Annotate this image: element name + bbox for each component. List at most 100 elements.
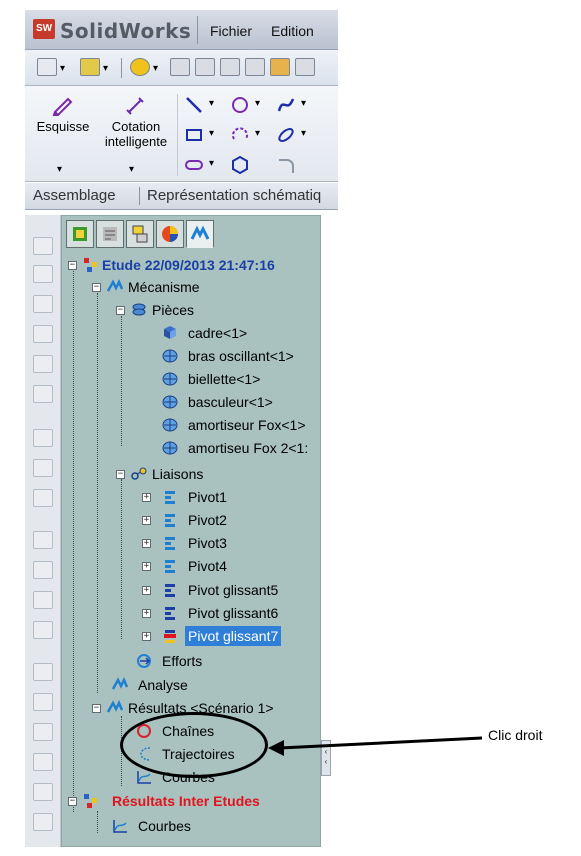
joint-label: Pivot1 [188,489,227,505]
save-icon[interactable] [80,58,100,76]
ellipse-tool-icon[interactable] [277,126,295,144]
tree-connector [97,811,98,833]
menu-edition[interactable]: Edition [271,23,314,39]
sketch-ribbon: Esquisse Cotation intelligente ▾ ▾ ▾ ▾ ▾… [25,86,338,182]
move-component-icon[interactable] [170,58,190,76]
inter-results-label: Résultats Inter Etudes [112,793,260,809]
smart-dimension-button[interactable]: Cotation intelligente [97,96,175,149]
line-tool-icon[interactable] [185,96,203,114]
cylindrical-joint-icon [165,584,175,597]
tool-icon[interactable] [33,531,53,549]
part-label: biellette<1> [188,371,261,387]
tool-icon[interactable] [33,459,53,477]
spline-tool-icon[interactable] [277,96,295,114]
sketch-dropdown-arrow-icon[interactable]: ▾ [57,164,62,175]
circle-tool-icon[interactable] [231,96,249,114]
solidworks-logo-icon: SW [33,19,55,39]
title-divider [197,16,198,44]
dropdown-arrow-icon[interactable]: ▾ [103,63,108,74]
app-logo-text: SolidWorks [60,19,192,43]
collapse-icon[interactable]: − [68,797,77,806]
joints-label: Liaisons [152,466,204,482]
study-label: Etude 22/09/2013 21:47:16 [102,257,275,273]
smart-dimension-label-1: Cotation [111,119,161,134]
tool-icon[interactable] [33,783,53,801]
explode-view-icon[interactable] [245,58,265,76]
tool-icon[interactable] [33,429,53,447]
tool-icon[interactable] [33,813,53,831]
arc-tool-icon[interactable] [231,126,249,144]
panel-collapse-handle[interactable]: ‹ ‹ [321,740,331,776]
toolbar-divider [121,58,122,78]
fillet-tool-icon[interactable] [277,156,295,174]
expand-icon[interactable]: + [142,632,151,641]
tool-icon[interactable] [33,265,53,283]
tree-connector [97,293,98,693]
tool-icon[interactable] [33,693,53,711]
part-label: amortiseu Fox 2<1: [188,440,309,456]
expand-icon[interactable]: + [142,586,151,595]
joint-label: Pivot2 [188,512,227,528]
sketch-pencil-icon [52,97,73,117]
part-label: bras oscillant<1> [188,348,294,364]
expand-icon[interactable]: + [142,609,151,618]
dropdown-arrow-icon[interactable]: ▾ [60,63,65,74]
slot-tool-icon[interactable] [185,156,203,174]
results-icon [107,700,123,713]
tool-icon[interactable] [33,621,53,639]
menu-fichier[interactable]: Fichier [210,23,252,39]
smart-dimension-icon [126,97,144,115]
tree-connector [121,479,122,639]
sketch-button[interactable]: Esquisse [33,96,93,134]
dropdown-arrow-icon[interactable]: ▾ [209,128,214,139]
tool-icon[interactable] [33,591,53,609]
tool-icon[interactable] [33,295,53,313]
tool-icon[interactable] [33,489,53,507]
expand-icon[interactable]: + [142,562,151,571]
dropdown-arrow-icon[interactable]: ▾ [301,128,306,139]
tab-representation-schematique[interactable]: Représentation schématiq [147,187,321,204]
rebuild-icon[interactable] [130,58,150,76]
callout-ellipse [120,712,268,778]
dropdown-arrow-icon[interactable]: ▾ [209,98,214,109]
collapse-icon[interactable]: − [116,470,125,479]
part-icon [162,395,178,409]
tool-icon[interactable] [33,663,53,681]
revolute-joint-icon [165,491,175,504]
collapse-icon[interactable]: − [116,306,125,315]
part-icon [162,418,178,432]
collapse-icon[interactable]: − [92,283,101,292]
expand-icon[interactable]: + [142,516,151,525]
assembly-features-icon[interactable] [270,58,290,76]
new-document-icon[interactable] [37,58,57,76]
dropdown-arrow-icon[interactable]: ▾ [301,98,306,109]
smart-fasteners-icon[interactable] [220,58,240,76]
part-label: amortiseur Fox<1> [188,417,306,433]
tool-icon[interactable] [33,723,53,741]
dropdown-arrow-icon[interactable]: ▾ [153,63,158,74]
tab-assemblage[interactable]: Assemblage [33,187,116,204]
dropdown-arrow-icon[interactable]: ▾ [255,98,260,109]
dropdown-arrow-icon[interactable]: ▾ [255,128,260,139]
dimension-dropdown-arrow-icon[interactable]: ▾ [129,164,134,175]
tool-icon[interactable] [33,237,53,255]
standard-toolbar: ▾ ▾ ▾ [25,50,338,86]
more-tools-icon[interactable] [295,58,315,76]
collapse-icon[interactable]: − [92,704,101,713]
expand-icon[interactable]: + [142,539,151,548]
tool-icon[interactable] [33,753,53,771]
tool-icon[interactable] [33,325,53,343]
callout-label: Clic droit [488,727,543,743]
rectangle-tool-icon[interactable] [185,126,203,144]
expand-icon[interactable]: + [142,493,151,502]
tool-icon[interactable] [33,561,53,579]
tool-icon[interactable] [33,355,53,373]
tool-icon[interactable] [33,385,53,403]
part-icon [162,349,178,363]
collapse-icon[interactable]: − [68,261,77,270]
rotate-component-icon[interactable] [195,58,215,76]
analysis-label: Analyse [138,677,188,693]
cylindrical-joint-highlighted-icon [164,630,176,643]
polygon-tool-icon[interactable] [231,156,249,174]
dropdown-arrow-icon[interactable]: ▾ [209,158,214,169]
